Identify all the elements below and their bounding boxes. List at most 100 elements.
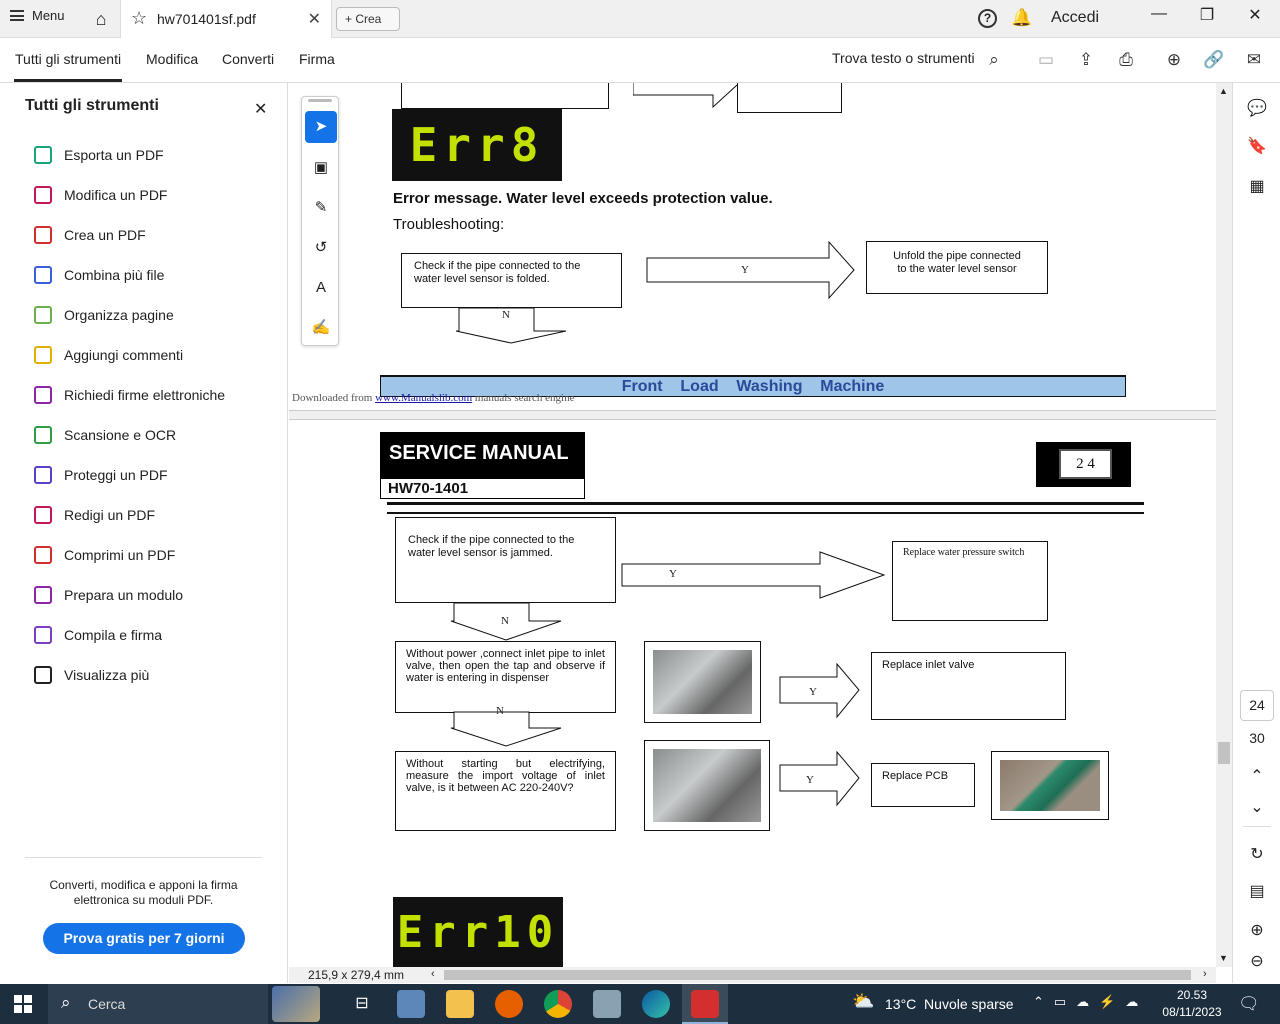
- clock-date[interactable]: 08/11/2023: [1160, 1005, 1224, 1019]
- app-icon[interactable]: [593, 990, 621, 1018]
- close-window-icon[interactable]: ✕: [1240, 5, 1270, 25]
- tool-add-comment[interactable]: Aggiungi commenti: [34, 344, 183, 366]
- manualslib-link[interactable]: www.Manualslib.com: [375, 392, 472, 404]
- restore-icon[interactable]: ❐: [1192, 5, 1222, 25]
- free-trial-button[interactable]: Prova gratis per 7 giorni: [43, 923, 245, 954]
- tool-scan-ocr[interactable]: Scansione e OCR: [34, 424, 176, 446]
- rotate-icon[interactable]: ↻: [1245, 843, 1269, 867]
- menu-button[interactable]: Menu: [10, 8, 65, 23]
- search-highlight-icon[interactable]: [272, 986, 320, 1022]
- tool-organize-pages[interactable]: Organizza pagine: [34, 304, 174, 326]
- horizontal-scrollbar[interactable]: 215,9 x 279,4 mm ‹ ›: [289, 967, 1216, 983]
- scroll-left-icon[interactable]: ‹: [431, 968, 435, 980]
- tool-combine-files[interactable]: Combina più file: [34, 264, 164, 286]
- tool-compress-pdf[interactable]: Comprimi un PDF: [34, 544, 175, 566]
- link-icon[interactable]: 🔗: [1202, 48, 1226, 72]
- active-tab-indicator: [14, 79, 122, 82]
- select-cursor-icon[interactable]: ➤: [305, 111, 337, 143]
- drag-handle[interactable]: [308, 99, 332, 102]
- tool-label: Prepara un modulo: [64, 587, 184, 603]
- crea-button[interactable]: + Crea: [336, 7, 400, 31]
- print-icon[interactable]: ⎙: [1114, 48, 1138, 72]
- bookmark-icon[interactable]: 🔖: [1245, 135, 1269, 159]
- lcd-error-display: Err8: [392, 109, 562, 181]
- tool-prepare-form[interactable]: Prepara un modulo: [34, 584, 183, 606]
- weather-text[interactable]: 13°C Nuvole sparse: [885, 996, 1014, 1012]
- zoom-in-icon[interactable]: ⊕: [1245, 919, 1269, 943]
- no-label-3: N: [496, 705, 504, 717]
- tool-protect-pdf[interactable]: Proteggi un PDF: [34, 464, 168, 486]
- draw-freehand-icon[interactable]: ↺: [305, 232, 337, 264]
- chrome-icon[interactable]: [544, 990, 572, 1018]
- tool-label: Comprimi un PDF: [64, 547, 176, 563]
- scroll-right-icon[interactable]: ›: [1203, 968, 1207, 980]
- no-arrow-3: [450, 711, 562, 747]
- scroll-thumb[interactable]: [1218, 742, 1230, 764]
- text-recognition-icon[interactable]: A: [305, 272, 337, 304]
- minimize-icon[interactable]: —: [1144, 5, 1174, 23]
- scroll-up-icon[interactable]: ▲: [1219, 86, 1228, 96]
- header-title: SERVICE MANUAL: [389, 442, 569, 464]
- protect-pdf-icon: [34, 466, 52, 484]
- add-comment-icon[interactable]: ▣: [305, 152, 337, 184]
- star-icon[interactable]: ☆: [131, 8, 147, 29]
- highlight-pen-icon[interactable]: ✎: [305, 192, 337, 224]
- close-panel-icon[interactable]: ✕: [254, 99, 267, 119]
- thumbnails-icon[interactable]: ▦: [1245, 175, 1269, 199]
- tool-view-more[interactable]: Visualizza più: [34, 664, 149, 686]
- rail-divider: [1243, 826, 1271, 827]
- tab-tutti-gli-strumenti[interactable]: Tutti gli strumenti: [15, 51, 121, 67]
- close-tab-icon[interactable]: ✕: [308, 9, 321, 29]
- fit-page-icon[interactable]: ▤: [1245, 880, 1269, 904]
- edge-icon[interactable]: [642, 990, 670, 1018]
- weather-icon[interactable]: ⛅: [852, 991, 874, 1012]
- search-icon[interactable]: ⌕: [982, 48, 1006, 72]
- help-icon[interactable]: ?: [978, 9, 997, 28]
- share-user-icon[interactable]: ⊕: [1162, 48, 1186, 72]
- photos-app-icon[interactable]: [397, 990, 425, 1018]
- yes-arrow-1: [646, 241, 855, 299]
- document-tab[interactable]: ☆ hw701401sf.pdf ✕: [120, 0, 332, 38]
- home-button[interactable]: ⌂: [86, 6, 116, 32]
- accedi-button[interactable]: Accedi: [1051, 9, 1099, 27]
- without-starting-box: Without starting but electrifying, measu…: [395, 751, 616, 831]
- firefox-icon[interactable]: [495, 990, 523, 1018]
- windows-taskbar: ⌕ Cerca ⊟ ⛅ 13°C Nuvole sparse ⌃▭☁⚡☁ 20.…: [0, 984, 1280, 1024]
- task-view-icon[interactable]: ⊟: [348, 990, 376, 1018]
- page-up-icon[interactable]: ⌃: [1245, 765, 1269, 789]
- start-windows-icon[interactable]: [14, 995, 32, 1013]
- vertical-scrollbar[interactable]: ▲ ▼: [1216, 83, 1232, 967]
- comments-icon[interactable]: 💬: [1245, 97, 1269, 121]
- tab-modifica[interactable]: Modifica: [146, 51, 198, 67]
- troubleshooting-label: Troubleshooting:: [393, 216, 505, 233]
- email-icon[interactable]: ✉: [1242, 48, 1266, 72]
- upload-cloud-icon[interactable]: ⇪: [1074, 48, 1098, 72]
- taskbar-search[interactable]: ⌕ Cerca: [48, 984, 268, 1024]
- tab-firma[interactable]: Firma: [299, 51, 335, 67]
- zoom-out-icon[interactable]: ⊖: [1245, 950, 1269, 974]
- find-text-button[interactable]: Trova testo o strumenti: [832, 50, 975, 66]
- tool-export-pdf[interactable]: Esporta un PDF: [34, 144, 164, 166]
- tool-label: Combina più file: [64, 267, 165, 283]
- tab-converti[interactable]: Converti: [222, 51, 274, 67]
- file-explorer-icon[interactable]: [446, 990, 474, 1018]
- tool-redact-pdf[interactable]: Redigi un PDF: [34, 504, 155, 526]
- save-icon[interactable]: ▭: [1034, 48, 1058, 72]
- fill-sign-icon: [34, 626, 52, 644]
- notifications-icon[interactable]: 🗨: [1238, 994, 1260, 1014]
- sign-icon[interactable]: ✍: [305, 312, 337, 344]
- acrobat-taskbar-button[interactable]: [682, 984, 728, 1024]
- tool-create-pdf[interactable]: Crea un PDF: [34, 224, 146, 246]
- tool-fill-sign[interactable]: Compila e firma: [34, 624, 162, 646]
- scroll-down-icon[interactable]: ▼: [1219, 953, 1228, 963]
- tool-edit-pdf[interactable]: Modifica un PDF: [34, 184, 167, 206]
- current-page-input[interactable]: 24: [1240, 690, 1274, 721]
- tool-request-signature[interactable]: Richiedi firme elettroniche: [34, 384, 225, 406]
- system-tray-icons[interactable]: ⌃▭☁⚡☁: [1033, 994, 1148, 1010]
- bell-icon[interactable]: 🔔: [1011, 8, 1032, 28]
- clock-time[interactable]: 20.53: [1160, 988, 1224, 1002]
- page-down-icon[interactable]: ⌄: [1245, 796, 1269, 820]
- hscroll-thumb[interactable]: [444, 970, 1191, 980]
- flowchart-box-top-left: [401, 83, 609, 109]
- pdf-viewer[interactable]: Err8 Error message. Water level exceeds …: [289, 83, 1216, 967]
